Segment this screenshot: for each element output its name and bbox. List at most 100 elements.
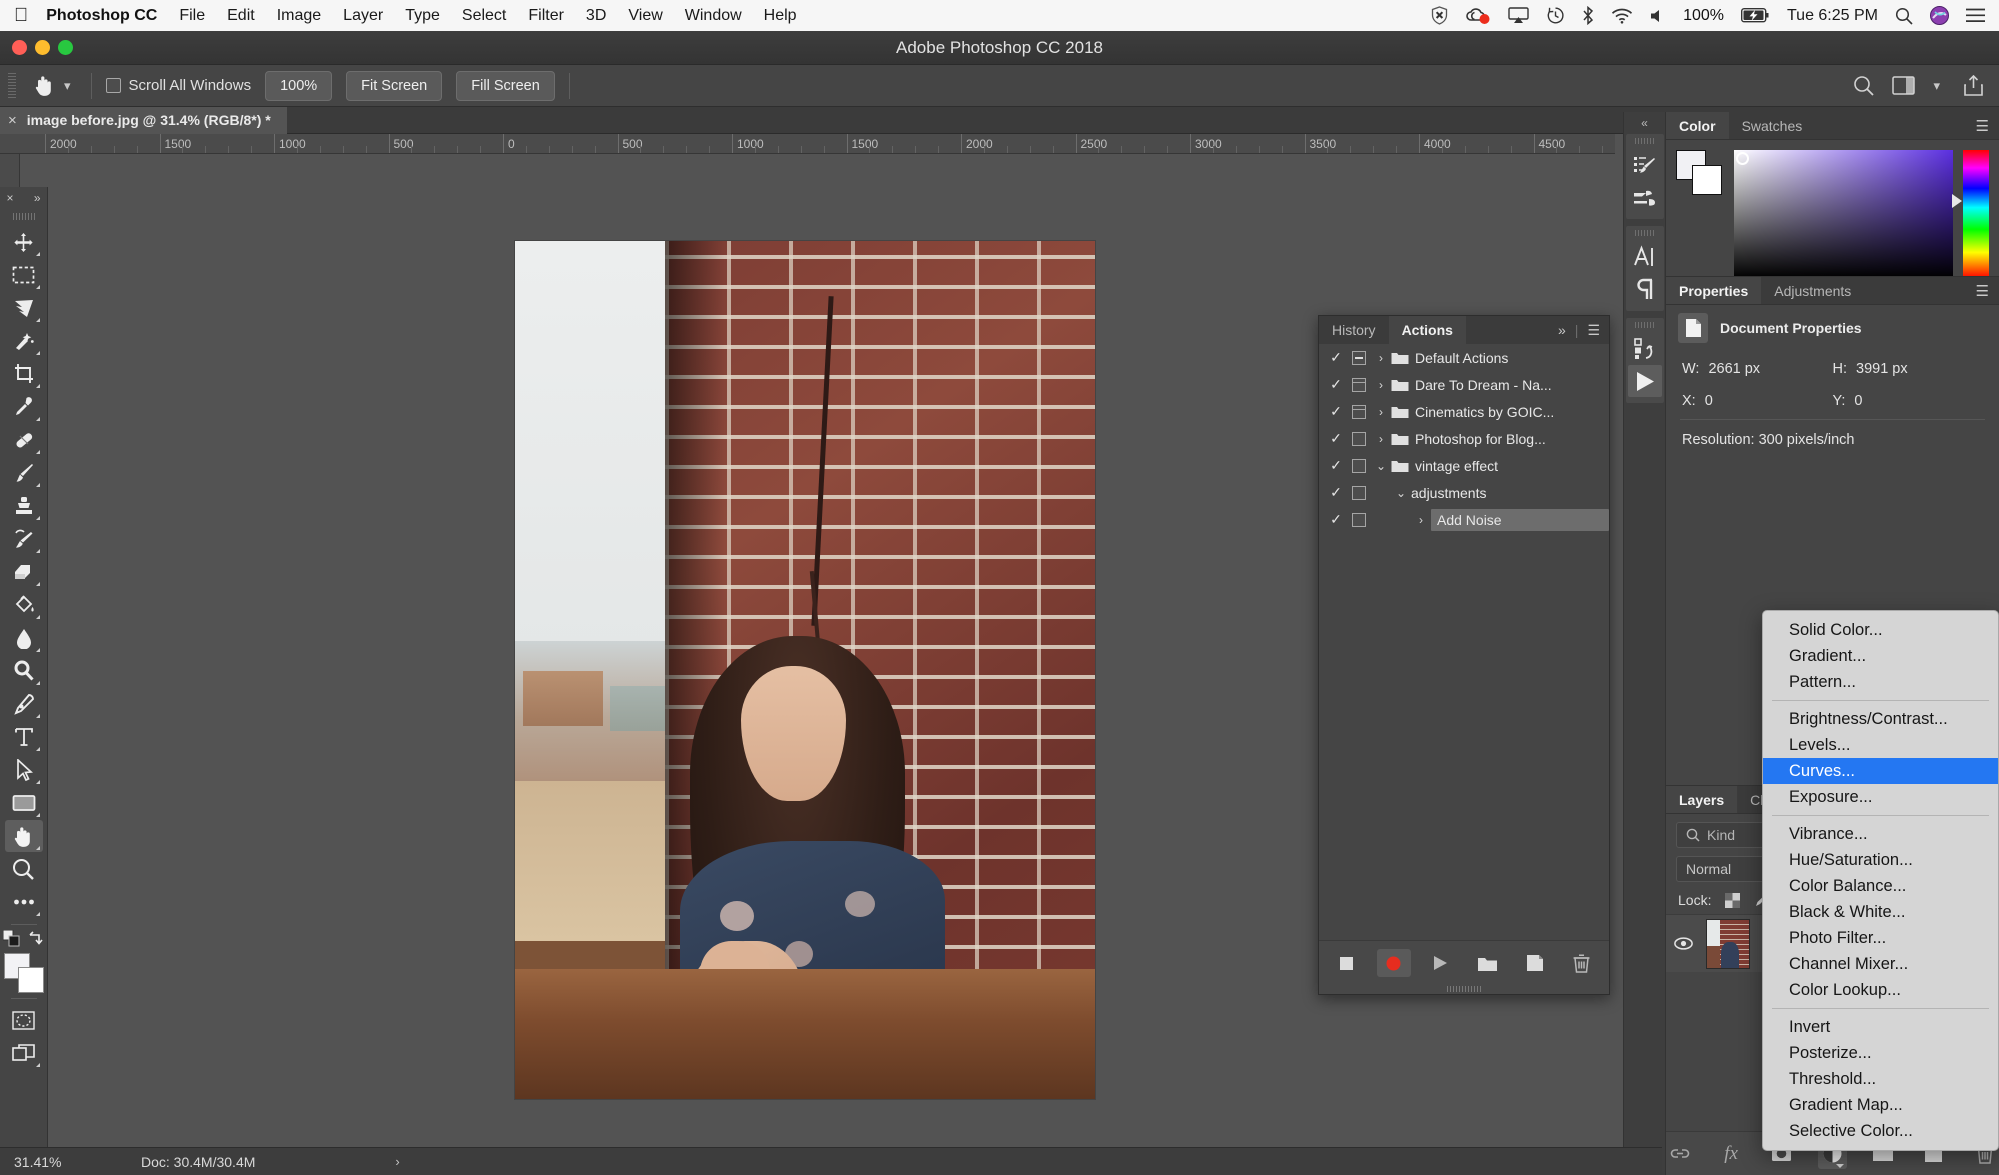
close-icon[interactable]: × xyxy=(7,191,14,205)
zoom-100-button[interactable]: 100% xyxy=(265,70,333,101)
clone-stamp-tool[interactable] xyxy=(5,490,43,522)
fit-screen-button[interactable]: Fit Screen xyxy=(346,70,443,101)
scroll-all-windows-checkbox[interactable]: Scroll All Windows xyxy=(105,77,251,94)
panel-menu-icon[interactable]: ☰ xyxy=(1587,322,1600,339)
actions-row[interactable]: ✓ › Default Actions xyxy=(1319,344,1609,371)
swap-colors-icon[interactable] xyxy=(29,931,44,946)
tab-layers[interactable]: Layers xyxy=(1666,786,1738,813)
actions-list[interactable]: ✓ › Default Actions ✓ › Dare To Dream - Na...… xyxy=(1319,344,1609,940)
chevron-down-icon[interactable]: ▾ xyxy=(1933,78,1940,94)
share-icon[interactable] xyxy=(1964,75,1983,96)
begin-recording-button[interactable] xyxy=(1376,949,1411,977)
menu-item-gradient[interactable]: Gradient... xyxy=(1763,643,1998,669)
bluetooth-icon[interactable] xyxy=(1582,6,1594,25)
collapse-icon[interactable]: » xyxy=(1558,322,1566,338)
actions-row[interactable]: ✓ › Add Noise xyxy=(1319,506,1609,533)
blur-tool[interactable] xyxy=(5,622,43,654)
chevron-right-icon[interactable]: › xyxy=(1371,405,1391,419)
menu-3d[interactable]: 3D xyxy=(586,7,606,25)
horizontal-ruler[interactable]: 2000 1500 1000 500 0 500 1000 1500 2000 2500 3000 3… xyxy=(0,134,1615,154)
stop-playing-button[interactable] xyxy=(1330,949,1364,977)
action-dialog-toggle[interactable] xyxy=(1347,404,1371,419)
action-enabled-checkmark[interactable]: ✓ xyxy=(1325,376,1347,393)
action-dialog-toggle[interactable] xyxy=(1347,458,1371,473)
menu-layer[interactable]: Layer xyxy=(343,7,383,25)
action-dialog-toggle[interactable] xyxy=(1347,431,1371,446)
airplay-icon[interactable] xyxy=(1508,7,1529,24)
menu-item-vibrance[interactable]: Vibrance... xyxy=(1763,821,1998,847)
tab-properties[interactable]: Properties xyxy=(1666,277,1762,304)
hue-slider[interactable] xyxy=(1952,150,1989,278)
character-icon[interactable] xyxy=(1628,241,1662,273)
action-dialog-toggle[interactable] xyxy=(1347,512,1371,527)
menu-item-color-balance[interactable]: Color Balance... xyxy=(1763,873,1998,899)
brush-settings-icon[interactable] xyxy=(1628,149,1662,181)
transparency-lock-icon[interactable] xyxy=(1725,892,1741,908)
menu-item-gradient-map[interactable]: Gradient Map... xyxy=(1763,1092,1998,1118)
action-dialog-toggle[interactable] xyxy=(1347,350,1371,365)
actions-row[interactable]: ✓ › Photoshop for Blog... xyxy=(1319,425,1609,452)
tab-color[interactable]: Color xyxy=(1666,112,1729,139)
chevron-right-icon[interactable]: › xyxy=(1371,378,1391,392)
color-picker-field[interactable] xyxy=(1734,150,1953,278)
menu-item-exposure[interactable]: Exposure... xyxy=(1763,784,1998,810)
menu-window[interactable]: Window xyxy=(685,7,742,25)
menu-item-pattern[interactable]: Pattern... xyxy=(1763,669,1998,695)
spot-healing-brush-tool[interactable] xyxy=(5,424,43,456)
quick-selection-tool[interactable] xyxy=(5,325,43,357)
battery-charging-icon[interactable] xyxy=(1740,8,1770,23)
color-panel-menu-icon[interactable]: ☰ xyxy=(1966,112,1999,139)
menu-item-photo-filter[interactable]: Photo Filter... xyxy=(1763,925,1998,951)
search-icon[interactable] xyxy=(1895,7,1913,25)
menu-item-curves[interactable]: Curves... xyxy=(1763,758,1998,784)
dock-group-grip[interactable] xyxy=(1634,322,1655,328)
action-dialog-toggle[interactable] xyxy=(1347,377,1371,392)
minimize-window-button[interactable] xyxy=(35,40,50,55)
chevron-down-icon[interactable]: ⌄ xyxy=(1371,459,1391,473)
paragraph-icon[interactable] xyxy=(1628,273,1662,305)
search-icon[interactable] xyxy=(1853,75,1875,96)
color-picker-marker[interactable] xyxy=(1736,152,1749,165)
history-brush-tool[interactable] xyxy=(5,523,43,555)
menu-item-color-lookup[interactable]: Color Lookup... xyxy=(1763,977,1998,1003)
tab-actions[interactable]: Actions xyxy=(1388,316,1466,344)
dock-group-grip[interactable] xyxy=(1634,138,1655,144)
chevron-down-icon[interactable]: ⌄ xyxy=(1391,486,1411,500)
move-tool[interactable] xyxy=(5,226,43,258)
checkbox-box[interactable] xyxy=(105,78,121,93)
fill-screen-button[interactable]: Fill Screen xyxy=(456,70,555,101)
action-enabled-checkmark[interactable]: ✓ xyxy=(1325,349,1347,366)
adjustment-layer-context-menu[interactable]: Solid Color... Gradient... Pattern... Brigh… xyxy=(1762,610,1999,1151)
foreground-background-color-swatches[interactable] xyxy=(3,953,44,993)
action-enabled-checkmark[interactable]: ✓ xyxy=(1325,457,1347,474)
brush-presets-icon[interactable] xyxy=(1628,181,1662,213)
action-enabled-checkmark[interactable]: ✓ xyxy=(1325,430,1347,447)
zoom-tool[interactable] xyxy=(5,853,43,885)
actions-row[interactable]: ✓ › Cinematics by GOIC... xyxy=(1319,398,1609,425)
zoom-level-field[interactable]: 31.41% xyxy=(0,1154,95,1170)
action-dialog-toggle[interactable] xyxy=(1347,485,1371,500)
close-window-button[interactable] xyxy=(12,40,27,55)
paint-bucket-tool[interactable] xyxy=(5,589,43,621)
menu-item-selective-color[interactable]: Selective Color... xyxy=(1763,1118,1998,1144)
menu-help[interactable]: Help xyxy=(764,7,797,25)
expand-icon[interactable]: » xyxy=(34,191,41,205)
actions-row[interactable]: ✓ › Dare To Dream - Na... xyxy=(1319,371,1609,398)
workspace-icon[interactable] xyxy=(1892,76,1916,95)
eyedropper-tool[interactable] xyxy=(5,391,43,423)
actions-panel[interactable]: History Actions » | ☰ ✓ › Default Actions ✓… xyxy=(1318,315,1610,995)
menu-view[interactable]: View xyxy=(628,7,662,25)
menu-select[interactable]: Select xyxy=(462,7,506,25)
play-icon[interactable] xyxy=(1627,365,1662,397)
quick-mask-mode-icon[interactable] xyxy=(5,1004,43,1036)
layer-style-button[interactable]: fx xyxy=(1717,1139,1746,1169)
menu-item-channel-mixer[interactable]: Channel Mixer... xyxy=(1763,951,1998,977)
maximize-window-button[interactable] xyxy=(58,40,73,55)
create-new-action-button[interactable] xyxy=(1518,949,1552,977)
document-image-canvas[interactable] xyxy=(515,241,1095,1099)
menu-item-solid-color[interactable]: Solid Color... xyxy=(1763,617,1998,643)
document-tab[interactable]: × image before.jpg @ 31.4% (RGB/8*) * xyxy=(0,106,287,134)
creative-cloud-icon[interactable] xyxy=(1465,7,1491,25)
eraser-tool[interactable] xyxy=(5,556,43,588)
close-icon[interactable]: × xyxy=(8,112,17,129)
